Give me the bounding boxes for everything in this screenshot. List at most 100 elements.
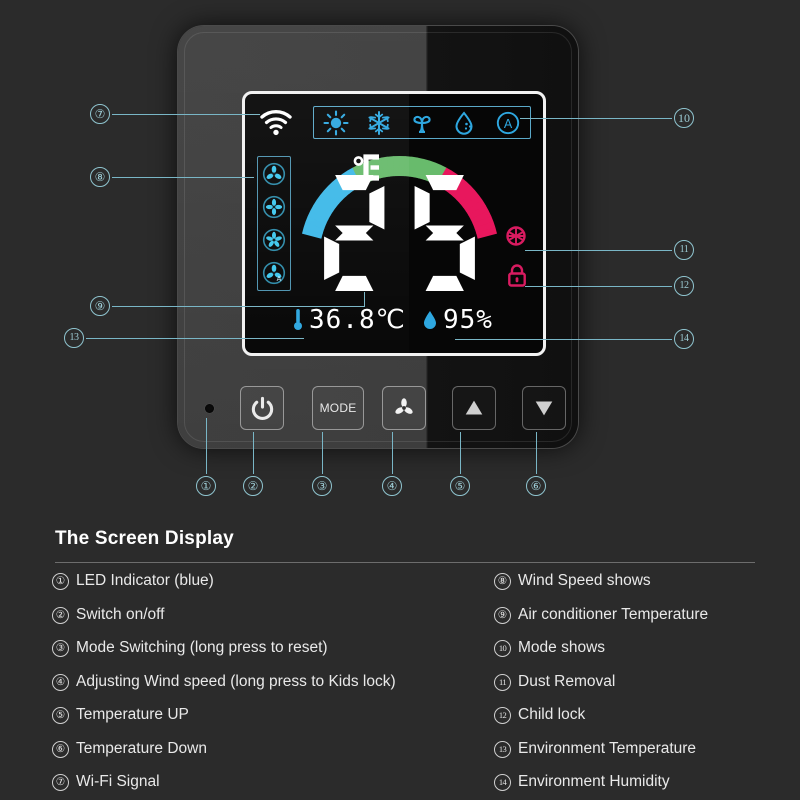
- fan-speed-2-icon: [262, 195, 286, 219]
- humidity-droplet-icon: [424, 311, 436, 329]
- legend-item-number: ⑤: [52, 707, 69, 724]
- legend-title: The Screen Display: [55, 528, 234, 549]
- digit-segment: [425, 174, 464, 190]
- heat-sun-icon: [323, 109, 349, 136]
- power-button[interactable]: [240, 386, 284, 430]
- legend-item-number: ⑨: [494, 606, 511, 624]
- child-lock-icon: [507, 263, 527, 287]
- callout-6: ⑥: [526, 476, 546, 496]
- legend-item-label: Wind Speed shows: [518, 572, 651, 589]
- legend-item: ④ Adjusting Wind speed (long press to Kid…: [52, 671, 472, 705]
- callout-5: ⑤: [450, 476, 470, 496]
- cool-snowflake-icon: [366, 110, 392, 136]
- legend-column-left: ① LED Indicator (blue) ② Switch on/off ③ Mode…: [52, 570, 472, 800]
- fan-speed-1-icon: [262, 162, 286, 186]
- led-indicator: [205, 404, 214, 413]
- legend-item-label: Temperature Down: [76, 739, 207, 757]
- legend-item: ② Switch on/off: [52, 604, 472, 638]
- digit-segment: [425, 275, 464, 291]
- digit-segment: [425, 224, 464, 241]
- page-root: A A 36.8℃ 95% MODE ① ② ③ ④ ⑤ ⑥ ⑦ ⑧ ⑨ 13 …: [0, 0, 800, 800]
- legend-item-number: ④: [52, 673, 69, 691]
- svg-text:A: A: [504, 117, 513, 131]
- callout-11: 11: [674, 240, 694, 260]
- callout-3: ③: [312, 476, 332, 496]
- fan-speed-bar: A: [257, 156, 291, 291]
- legend-divider: [55, 562, 755, 563]
- leader-line-13: [86, 338, 304, 339]
- leader-line-1: [206, 418, 207, 474]
- environment-readouts: 36.8℃ 95%: [245, 305, 543, 341]
- leader-line-5: [460, 432, 461, 474]
- auto-icon: A: [495, 110, 521, 136]
- svg-text:A: A: [277, 276, 282, 283]
- callout-13: 13: [64, 328, 84, 348]
- legend-section: The Screen Display ① LED Indicator (blue)…: [0, 518, 800, 800]
- callout-1: ①: [196, 476, 216, 496]
- legend-item-label: Mode shows: [518, 639, 606, 656]
- leader-line-11: [525, 250, 672, 251]
- leader-line-10: [520, 118, 672, 119]
- dry-droplet-icon: [452, 110, 478, 136]
- legend-item: ⑥ Temperature Down: [52, 738, 472, 772]
- legend-item: 10 Mode shows: [494, 637, 800, 671]
- legend-item-number: ⑦: [52, 774, 69, 791]
- legend-item-number: ②: [52, 606, 69, 624]
- leader-line-9: [112, 306, 364, 307]
- callout-7: ⑦: [90, 104, 110, 124]
- leader-line-8: [112, 177, 254, 178]
- legend-item-label: Dust Removal: [518, 672, 616, 690]
- legend-item-label: Mode Switching (long press to reset): [76, 639, 328, 656]
- legend-item-number: 13: [494, 740, 511, 758]
- fan-icon: [395, 398, 413, 414]
- fan-button[interactable]: [382, 386, 426, 430]
- digit-segment: [335, 174, 374, 190]
- legend-item: 14 Environment Humidity: [494, 771, 800, 800]
- digit-segment: [335, 224, 374, 241]
- legend-item: 13 Environment Temperature: [494, 738, 800, 772]
- callout-10: 10: [674, 108, 694, 128]
- callout-9: ⑨: [90, 296, 110, 316]
- leader-line-3: [322, 432, 323, 474]
- environment-temperature-readout: 36.8℃: [293, 305, 406, 335]
- leader-line-14: [455, 339, 672, 340]
- lcd-screen: A A 36.8℃ 95%: [242, 91, 546, 356]
- legend-item-number: ③: [52, 640, 69, 657]
- legend-item-label: Adjusting Wind speed (long press to Kids…: [76, 672, 396, 690]
- legend-item-number: 12: [494, 707, 511, 724]
- legend-item-label: Child lock: [518, 706, 586, 723]
- leader-line-2: [253, 432, 254, 474]
- legend-item: ③ Mode Switching (long press to reset): [52, 637, 472, 671]
- mode-indicator-bar: A: [313, 106, 531, 139]
- legend-item: 12 Child lock: [494, 704, 800, 738]
- environment-temperature-value: 36.8℃: [309, 305, 406, 335]
- callout-2: ②: [243, 476, 263, 496]
- triangle-down-icon: [535, 401, 553, 416]
- legend-item-label: Environment Humidity: [518, 773, 670, 790]
- legend-item: ⑤ Temperature UP: [52, 704, 472, 738]
- digit-segment: [369, 185, 385, 230]
- leader-line-9-elbow: [364, 292, 365, 307]
- environment-humidity-value: 95%: [443, 305, 493, 335]
- power-icon: [251, 396, 273, 420]
- temp-down-button[interactable]: [522, 386, 566, 430]
- digit-segment: [335, 275, 374, 291]
- legend-item-label: Air conditioner Temperature: [518, 605, 709, 623]
- legend-item-label: Environment Temperature: [518, 739, 697, 757]
- digit-segment: [324, 235, 340, 280]
- legend-item: ⑦ Wi-Fi Signal: [52, 771, 472, 800]
- thermometer-icon: [294, 309, 302, 330]
- wifi-icon: [259, 108, 293, 136]
- legend-item: 11 Dust Removal: [494, 671, 800, 705]
- mode-button[interactable]: MODE: [312, 386, 364, 430]
- triangle-up-icon: [465, 400, 483, 415]
- legend-item-number: ⑧: [494, 573, 511, 590]
- fan-speed-auto-icon: A: [262, 261, 286, 285]
- digit-segment: [459, 235, 475, 280]
- mode-button-label: MODE: [319, 401, 357, 415]
- dust-removal-icon: [505, 225, 527, 247]
- button-row: MODE: [178, 386, 578, 434]
- temp-up-button[interactable]: [452, 386, 496, 430]
- leader-line-12: [525, 286, 672, 287]
- legend-item-label: Switch on/off: [76, 605, 165, 623]
